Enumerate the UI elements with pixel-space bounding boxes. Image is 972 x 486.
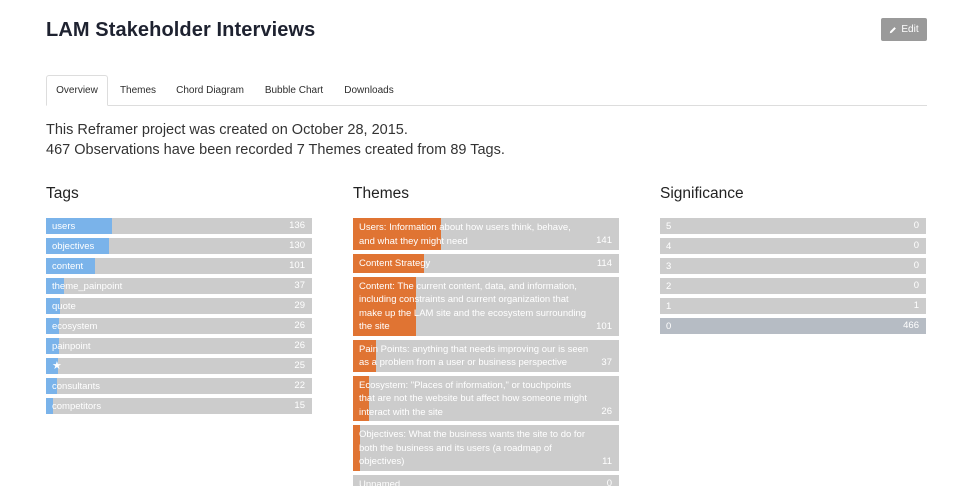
theme-row[interactable]: Unnamed 0 [353,474,619,486]
themes-panel: Themes Users: Information about how user… [353,185,619,486]
theme-row[interactable]: Pain Points: anything that needs improvi… [353,339,619,372]
tag-count: 26 [294,340,305,351]
pencil-icon [890,26,897,33]
significance-count: 466 [903,320,919,331]
significance-level: 0 [666,321,672,332]
tag-row[interactable]: content 101 [46,258,312,274]
tag-row[interactable]: theme_painpoint 37 [46,278,312,294]
tag-count: 101 [289,260,305,271]
edit-button-label: Edit [901,24,919,35]
theme-row[interactable]: Content: The current content, data, and … [353,276,619,336]
tag-label: quote [52,301,76,312]
theme-count: 37 [601,356,612,368]
tag-count: 29 [294,300,305,311]
summary-created: This Reframer project was created on Oct… [46,122,408,138]
themes-heading: Themes [353,185,409,202]
significance-level: 5 [666,221,672,232]
theme-count: 0 [606,478,612,486]
page-title: LAM Stakeholder Interviews [46,19,316,41]
theme-label: Ecosystem: "Places of information," or t… [359,379,587,418]
theme-count: 101 [596,320,612,332]
tab-bubble-chart[interactable]: Bubble Chart [258,75,330,106]
tag-row[interactable]: quote 29 [46,298,312,314]
tag-count: 22 [294,380,305,391]
tags-heading: Tags [46,185,79,202]
project-summary: This Reframer project was created on Oct… [46,120,505,160]
tab-overview[interactable]: Overview [46,75,108,106]
tag-label: users [52,221,76,232]
tag-label: competitors [52,401,102,412]
summary-counts: 467 Observations have been recorded 7 Th… [46,142,505,158]
theme-label: Content: The current content, data, and … [359,280,587,333]
significance-count: 0 [913,280,919,291]
tag-row[interactable]: objectives 130 [46,238,312,254]
tag-row[interactable]: consultants 22 [46,378,312,394]
significance-heading: Significance [660,185,744,202]
tag-count: 15 [294,400,305,411]
significance-count: 0 [913,220,919,231]
tags-list: users 136 objectives 130 content 101 theme_… [46,218,312,414]
tag-label: theme_painpoint [52,281,123,292]
theme-count: 11 [602,455,612,467]
tag-label: consultants [52,381,101,392]
tag-label: content [52,261,84,272]
significance-level: 2 [666,281,672,292]
tag-count: 37 [294,280,305,291]
tab-themes[interactable]: Themes [112,75,164,106]
significance-row[interactable]: 0 466 [660,318,926,334]
tag-label: painpoint [52,341,91,352]
significance-row[interactable]: 20 [660,278,926,294]
significance-row[interactable]: 30 [660,258,926,274]
tag-count: 26 [294,320,305,331]
tag-row[interactable]: competitors 15 [46,398,312,414]
tab-bar: Overview Themes Chord Diagram Bubble Cha… [46,75,927,106]
significance-row[interactable]: 11 [660,298,926,314]
significance-panel: Significance 50 40 30 20 11 0 466 [660,185,926,338]
theme-count: 114 [596,257,612,269]
significance-count: 0 [913,240,919,251]
significance-level: 4 [666,241,672,252]
significance-count: 1 [913,300,919,311]
tag-row[interactable]: users 136 [46,218,312,234]
theme-label: Pain Points: anything that needs improvi… [359,343,589,369]
star-icon: ★ [52,360,62,372]
theme-label: Unnamed [359,478,401,486]
tag-count: 130 [289,240,305,251]
significance-level: 3 [666,261,672,272]
theme-row[interactable]: Ecosystem: "Places of information," or t… [353,375,619,421]
theme-row[interactable]: Content Strategy 114 [353,254,619,273]
theme-count: 26 [601,406,612,417]
themes-list: Users: Information about how users think… [353,218,619,486]
tag-count: 25 [294,360,305,371]
significance-list: 50 40 30 20 11 0 466 [660,218,926,334]
theme-count: 141 [596,235,612,246]
tag-row[interactable]: ecosystem 26 [46,318,312,334]
significance-row[interactable]: 40 [660,238,926,254]
theme-row[interactable]: Objectives: What the business wants the … [353,425,619,471]
tab-chord-diagram[interactable]: Chord Diagram [170,75,250,106]
edit-button[interactable]: Edit [881,18,927,41]
significance-count: 0 [913,260,919,271]
theme-label: Users: Information about how users think… [359,222,571,247]
tab-downloads[interactable]: Downloads [338,75,400,106]
tag-row[interactable]: painpoint 26 [46,338,312,354]
theme-row[interactable]: Users: Information about how users think… [353,218,619,250]
tag-row[interactable]: ★ 25 [46,358,312,374]
tags-panel: Tags users 136 objectives 130 content 101 t… [46,185,312,418]
theme-label: Content Strategy [359,258,431,269]
tag-label: objectives [52,241,95,252]
significance-row[interactable]: 50 [660,218,926,234]
theme-label: Objectives: What the business wants the … [359,429,586,467]
tag-label: ecosystem [52,321,98,332]
tag-count: 136 [289,220,305,231]
significance-level: 1 [666,301,672,312]
